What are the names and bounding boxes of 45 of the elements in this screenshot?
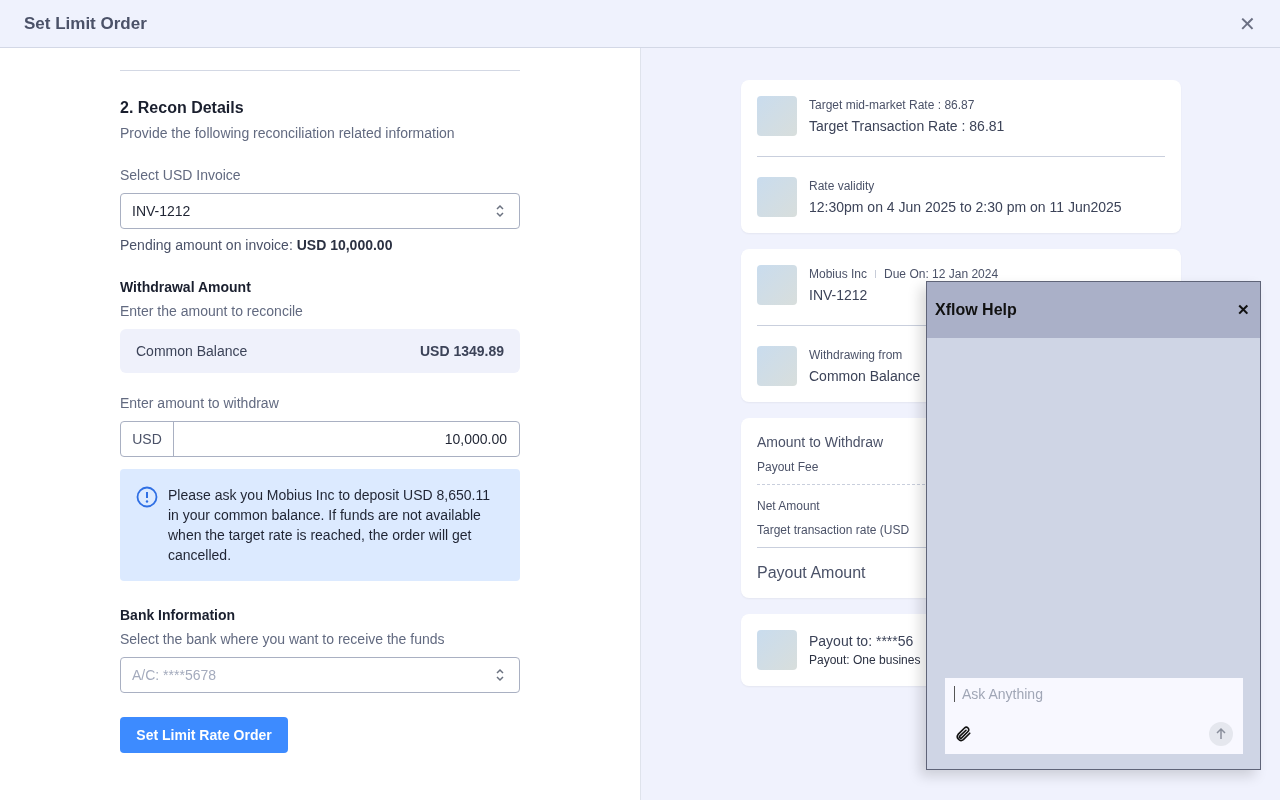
payout-amount-label: Payout Amount — [757, 564, 867, 582]
balance-value: USD 1349.89 — [419, 343, 504, 359]
thumbnail-icon — [757, 630, 797, 670]
dialog-title: Set Limit Order — [24, 13, 147, 34]
withdrawal-subtitle: Enter the amount to reconcile — [120, 303, 304, 319]
thumbnail-icon — [757, 177, 797, 217]
payout-title: Payout to: ****56 — [809, 633, 915, 649]
info-icon — [136, 486, 158, 508]
section-subtitle: Provide the following reconciliation related information — [120, 125, 456, 141]
detail-value: 12:30pm on 4 Jun 2025 to 2:30 pm on 11 Jun2025 — [809, 199, 1122, 215]
amount-row-label: Payout Fee — [757, 460, 820, 474]
amount-row-label: Amount to Withdraw — [757, 434, 885, 450]
pending-amount-text: Pending amount on invoice: USD 10,000.00 — [120, 237, 394, 253]
invoice-select[interactable]: INV-1212 — [120, 193, 520, 229]
updown-icon — [495, 204, 505, 218]
chat-input[interactable]: Ask Anything — [954, 686, 1233, 702]
thumbnail-icon — [757, 96, 797, 136]
due-date: Due On: 12 Jan 2024 — [884, 267, 999, 281]
detail-value: INV-1212 — [809, 287, 869, 303]
amount-row-label: Net Amount — [757, 499, 821, 513]
paperclip-icon[interactable] — [954, 725, 972, 743]
section-title: 2. Recon Details — [120, 99, 245, 117]
bank-subtitle: Select the bank where you want to receive the funds — [120, 631, 446, 647]
amount-field[interactable]: USD 10,000.00 — [120, 421, 520, 457]
payout-subtitle: Payout: One busines — [809, 653, 921, 667]
detail-value: Target Transaction Rate : 86.81 — [809, 118, 1005, 134]
help-title: Xflow Help — [935, 301, 1017, 319]
close-button[interactable]: ✕ — [1237, 301, 1250, 319]
amount-row-label: Target transaction rate (USD — [757, 523, 911, 537]
balance-label: Common Balance — [136, 343, 248, 359]
currency-prefix: USD — [121, 422, 174, 456]
withdrawal-title: Withdrawal Amount — [120, 279, 252, 295]
close-button[interactable]: ✕ — [1239, 11, 1256, 36]
field-label: Select USD Invoice — [120, 167, 242, 183]
thumbnail-icon — [757, 346, 797, 386]
detail-value: Common Balance — [809, 368, 921, 384]
detail-label: Withdrawing from — [809, 348, 903, 362]
detail-label: Mobius Inc — [809, 267, 868, 281]
notice-text: Please ask you Mobius Inc to deposit USD 8,650.11 in your common balance. If funds are not available when the target rate is reached, the order will get cancelled. — [168, 486, 491, 565]
thumbnail-icon — [757, 265, 797, 305]
detail-label: Target mid-market Rate : 86.87 — [809, 98, 976, 112]
field-label: Enter amount to withdraw — [120, 395, 280, 411]
detail-label: Rate validity — [809, 179, 876, 193]
updown-icon — [495, 668, 505, 682]
bank-title: Bank Information — [120, 607, 237, 623]
